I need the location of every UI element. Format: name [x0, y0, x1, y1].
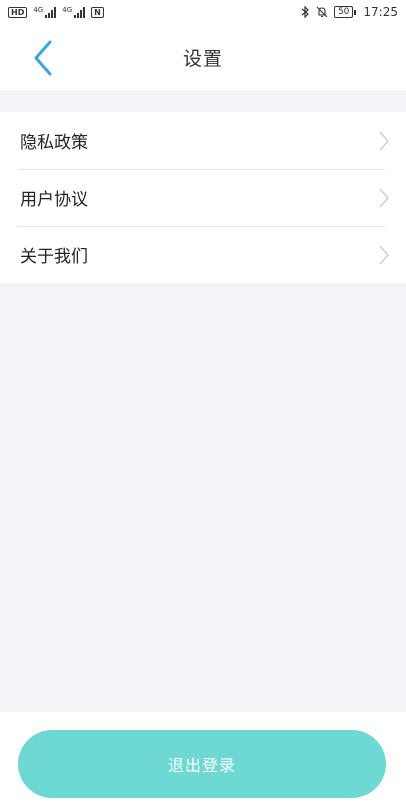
battery-icon: 50: [333, 6, 357, 18]
status-time: 17:25: [363, 5, 398, 19]
settings-list: 隐私政策 用户协议 关于我们: [0, 112, 406, 283]
settings-item-label: 用户协议: [20, 190, 88, 210]
signal-icon: 4G: [33, 5, 57, 18]
settings-item-privacy-policy[interactable]: 隐私政策: [0, 112, 406, 169]
bluetooth-icon: [301, 6, 309, 18]
logout-button[interactable]: 退出登录: [18, 730, 386, 798]
nav-bar: 设置: [0, 24, 406, 90]
status-bar-right: 50 17:25: [301, 5, 398, 19]
sim2-network-tag: 4G: [62, 5, 73, 14]
status-bar: HD 4G 4G N 50 17:25: [0, 0, 406, 24]
settings-item-label: 隐私政策: [20, 133, 88, 153]
settings-item-label: 关于我们: [20, 247, 88, 267]
settings-screen: HD 4G 4G N 50 17:25 设置 隐私政策 用户协议 关于我们 退出…: [0, 0, 406, 807]
hd-badge: HD: [8, 6, 28, 18]
signal-icon-2: 4G: [62, 5, 86, 18]
sim1-network-tag: 4G: [33, 5, 44, 14]
settings-item-about-us[interactable]: 关于我们: [0, 226, 406, 283]
settings-item-user-agreement[interactable]: 用户协议: [0, 169, 406, 226]
page-title: 设置: [182, 48, 223, 70]
chevron-right-icon: [379, 245, 389, 265]
chevron-right-icon: [379, 188, 389, 208]
chevron-right-icon: [379, 131, 389, 151]
footer: 退出登录: [0, 712, 406, 807]
mute-icon: [316, 6, 328, 18]
status-bar-left: HD 4G 4G N: [8, 5, 104, 18]
nfc-icon: N: [91, 6, 104, 18]
